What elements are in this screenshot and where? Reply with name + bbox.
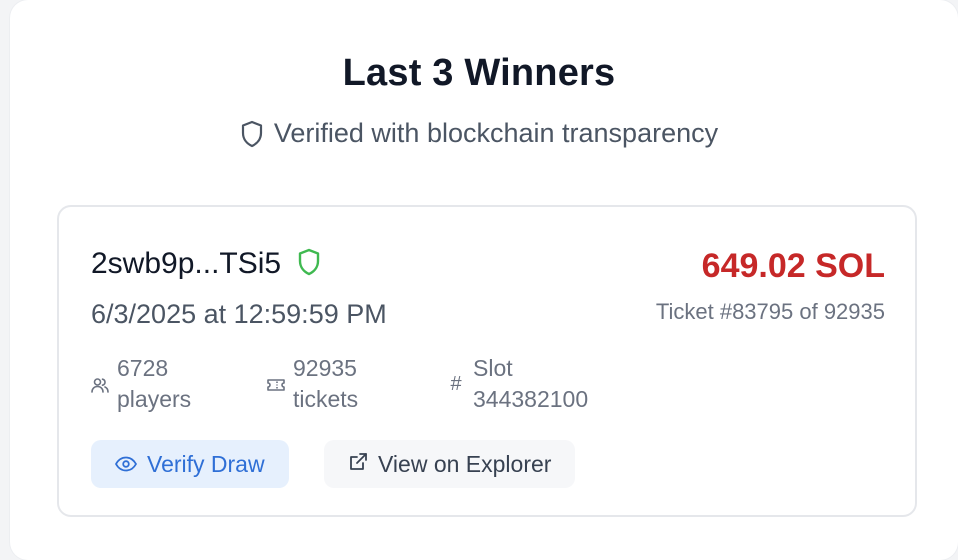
section-subtitle: Verified with blockchain transparency xyxy=(0,118,958,149)
winner-card: 2swb9p...TSi5 6/3/2025 at 12:59:59 PM 64… xyxy=(57,205,917,517)
tickets-stat: 92935 tickets xyxy=(267,353,358,415)
external-link-icon xyxy=(348,451,368,478)
ticket-icon xyxy=(267,369,285,400)
winning-ticket: Ticket #83795 of 92935 xyxy=(655,299,885,324)
tickets-label: tickets xyxy=(293,386,359,412)
players-label: players xyxy=(117,386,192,412)
slot-stat: # Slot 344382100 xyxy=(447,353,588,415)
users-icon xyxy=(91,369,109,400)
tickets-count: 92935 xyxy=(293,355,357,381)
prize-amount: 649.02 SOL xyxy=(701,247,885,285)
verify-draw-button[interactable]: Verify Draw xyxy=(91,440,289,488)
shield-icon xyxy=(240,120,264,148)
verify-draw-label: Verify Draw xyxy=(147,450,265,477)
players-count: 6728 xyxy=(117,355,169,381)
shield-check-icon xyxy=(297,248,321,281)
eye-icon xyxy=(114,451,138,478)
view-on-explorer-button[interactable]: View on Explorer xyxy=(324,440,576,488)
slot-label: Slot xyxy=(473,355,513,381)
players-stat: 6728 players xyxy=(91,353,191,415)
slot-number: 344382100 xyxy=(473,386,589,412)
subtitle-text: Verified with blockchain transparency xyxy=(273,118,719,148)
winner-address[interactable]: 2swb9p...TSi5 xyxy=(91,247,281,281)
view-on-explorer-label: View on Explorer xyxy=(378,450,552,477)
winner-address-row: 2swb9p...TSi5 xyxy=(91,247,321,281)
draw-date: 6/3/2025 at 12:59:59 PM xyxy=(91,299,387,329)
hash-icon: # xyxy=(450,373,462,395)
section-title: Last 3 Winners xyxy=(342,52,616,94)
